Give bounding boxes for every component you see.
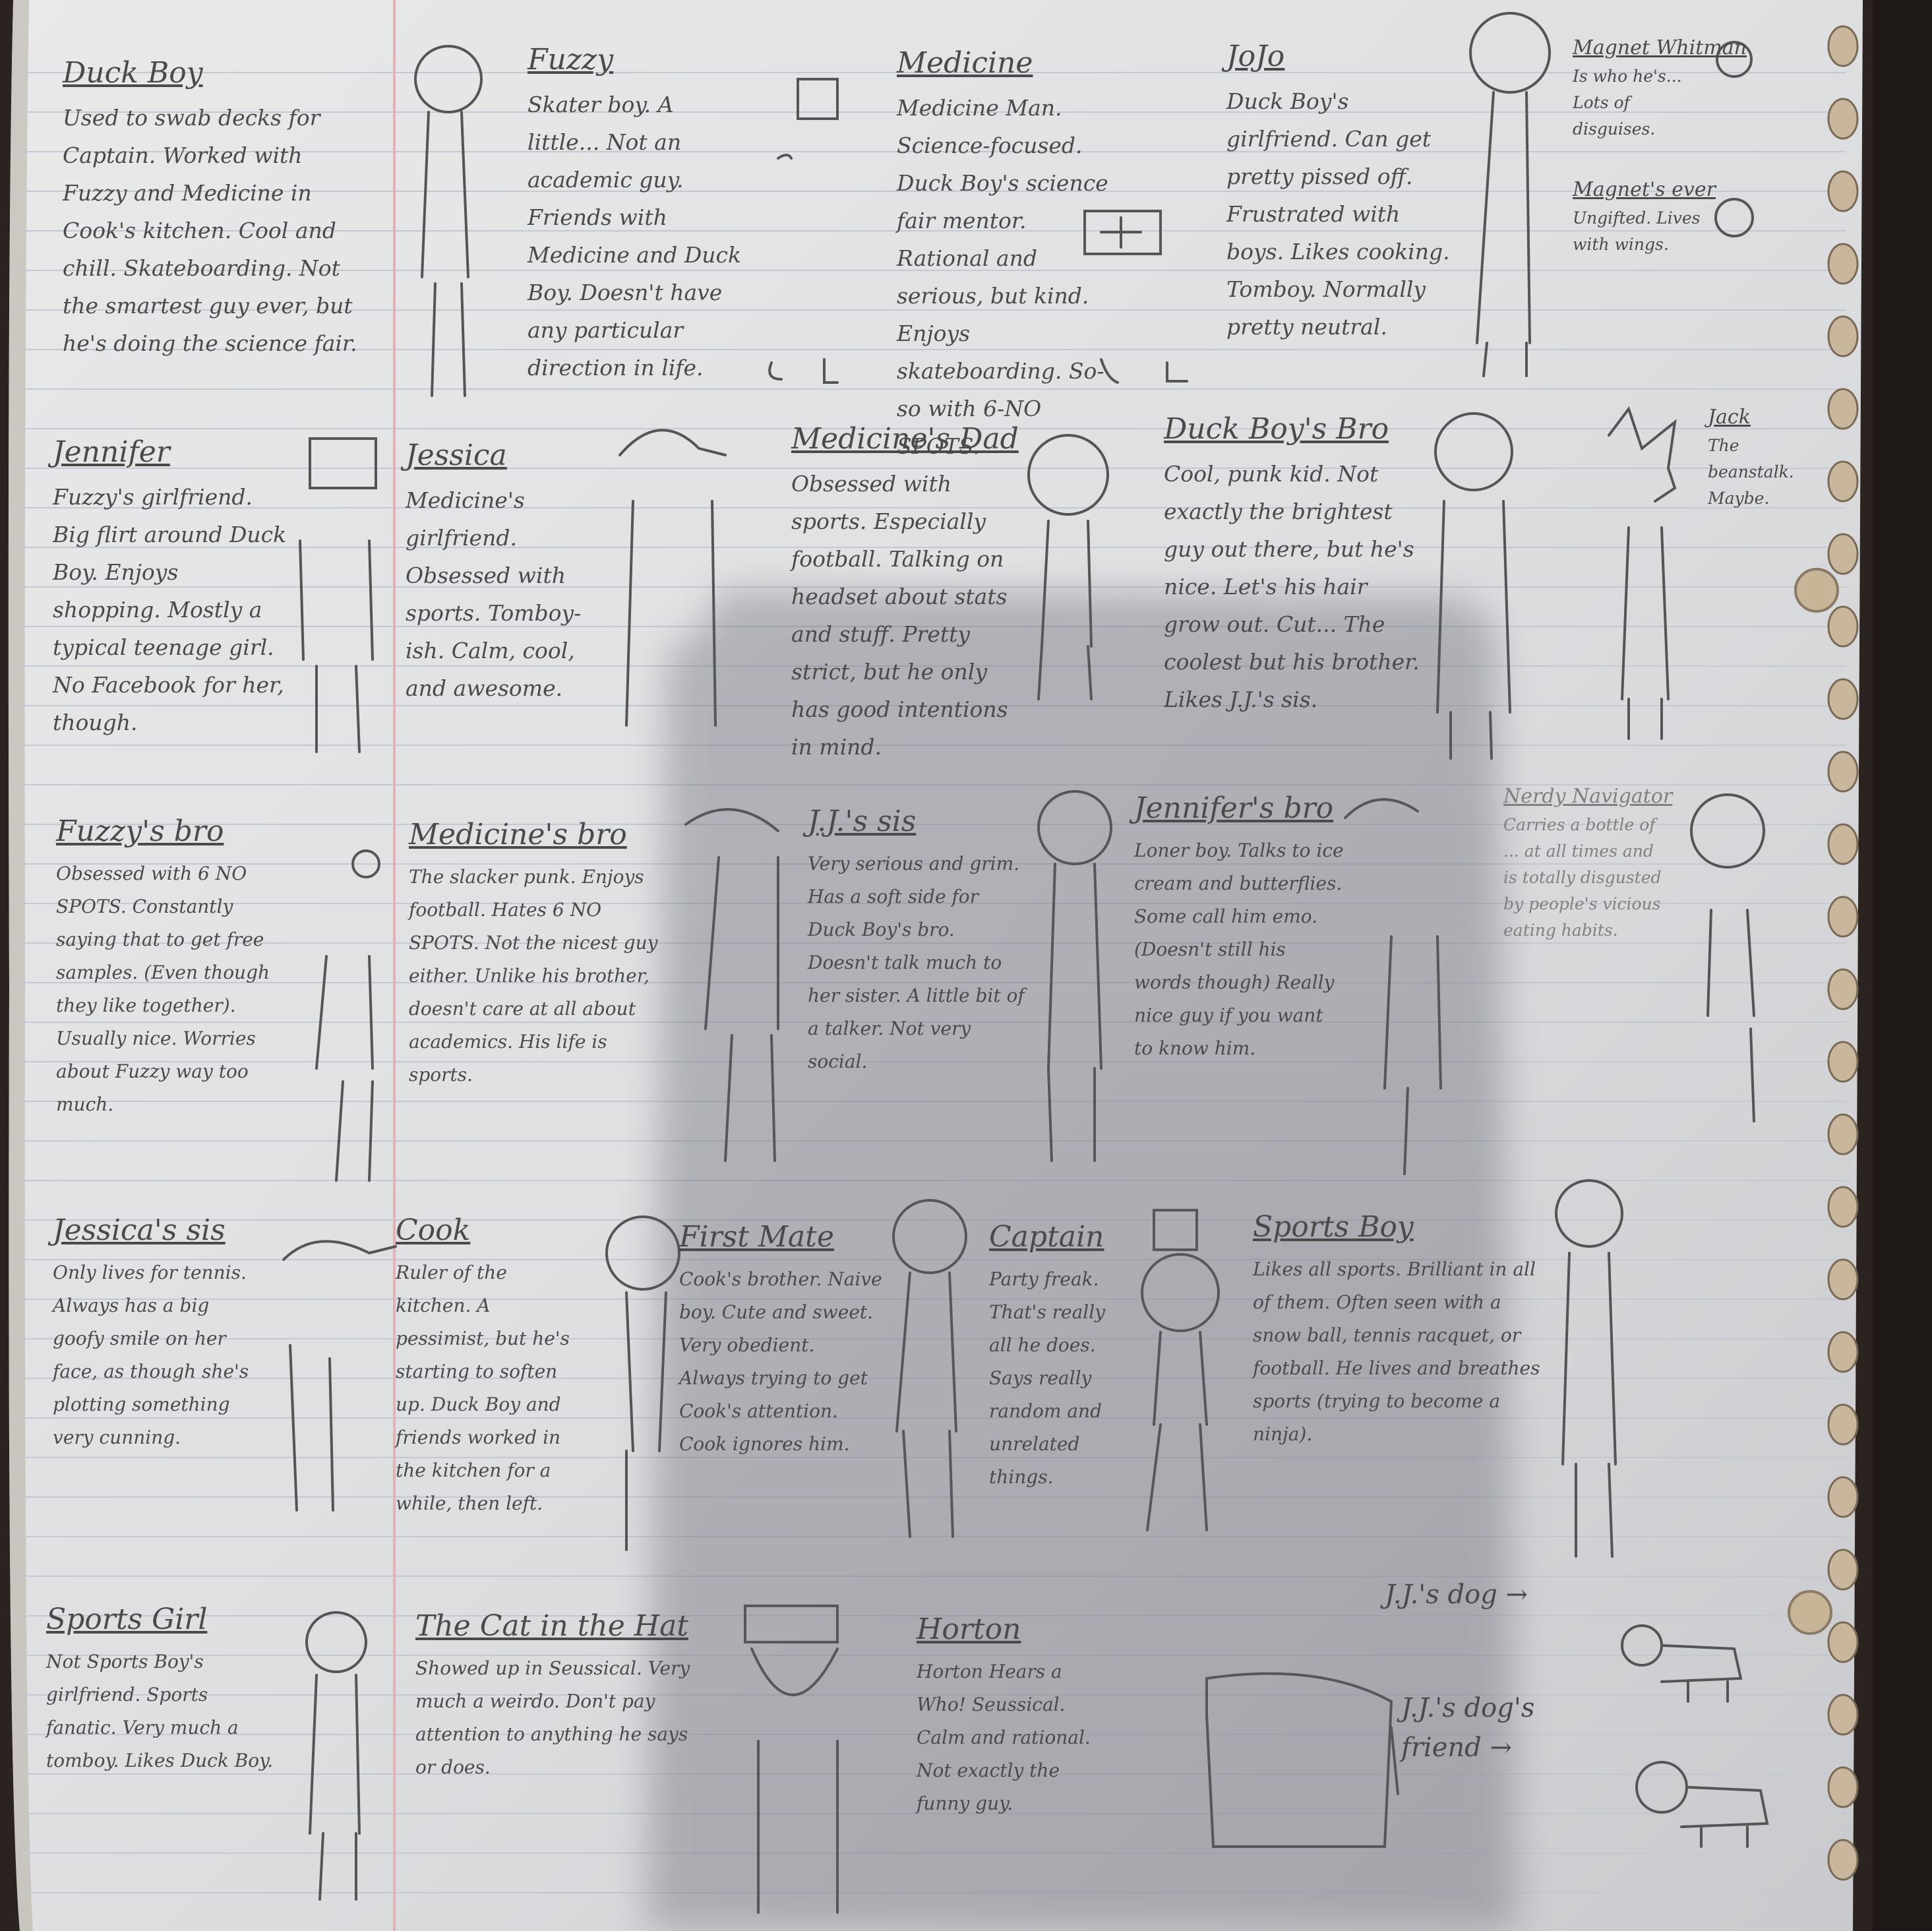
- character-desc: Ungifted. Lives with wings.: [1573, 208, 1701, 254]
- character-desc: The beanstalk. Maybe.: [1708, 436, 1794, 508]
- character-note: Magnet's ever Ungifted. Lives with wings…: [1573, 178, 1716, 258]
- character-name: Medicine's Dad: [791, 422, 1019, 456]
- character-desc: Not Sports Boy's girlfriend. Sports fana…: [46, 1651, 274, 1771]
- character-note: Captain Party freak. That's really all h…: [989, 1220, 1128, 1494]
- character-desc: Showed up in Seussical. Very much a weir…: [415, 1657, 690, 1778]
- character-desc: Obsessed with 6 NO SPOTS. Constantly say…: [56, 863, 270, 1115]
- character-desc: Likes all sports. Brilliant in all of th…: [1253, 1258, 1540, 1445]
- character-desc: Loner boy. Talks to ice cream and butter…: [1134, 840, 1344, 1059]
- character-note: Magnet Whitman Is who he's... Lots of di…: [1573, 36, 1747, 142]
- character-desc: Duck Boy's girlfriend. Can get pretty pi…: [1226, 88, 1450, 340]
- character-name: Duck Boy's Bro: [1164, 412, 1389, 446]
- character-desc: Skater boy. A little... Not an academic …: [528, 92, 742, 381]
- character-desc: Horton Hears a Who! Seussical. Calm and …: [917, 1661, 1091, 1814]
- character-note: Jennifer Fuzzy's girlfriend. Big flirt a…: [53, 435, 290, 741]
- character-note: First Mate Cook's brother. Naive boy. Cu…: [679, 1220, 884, 1461]
- character-name: Jessica's sis: [53, 1213, 226, 1247]
- character-note: Duck Boy's Bro Cool, punk kid. Not exact…: [1164, 412, 1421, 718]
- character-name: JoJo: [1226, 40, 1285, 73]
- character-name: Horton: [917, 1612, 1021, 1646]
- character-name: Captain: [989, 1220, 1104, 1254]
- character-name: Medicine's bro: [409, 818, 627, 851]
- character-desc: The slacker punk. Enjoys football. Hates…: [409, 866, 658, 1086]
- character-note: Jack The beanstalk. Maybe.: [1708, 406, 1826, 512]
- character-name: J.J.'s sis: [808, 805, 917, 838]
- character-name: Fuzzy: [528, 43, 614, 77]
- character-name: Fuzzy's bro: [56, 814, 224, 848]
- character-note: Fuzzy's bro Obsessed with 6 NO SPOTS. Co…: [56, 814, 287, 1121]
- character-note: JoJo Duck Boy's girlfriend. Can get pret…: [1226, 40, 1451, 346]
- character-desc: Party freak. That's really all he does. …: [989, 1268, 1105, 1488]
- character-note: Cook Ruler of the kitchen. A pessimist, …: [396, 1213, 587, 1520]
- character-name: Jennifer's bro: [1134, 791, 1334, 825]
- character-note: Sports Girl Not Sports Boy's girlfriend.…: [46, 1603, 277, 1777]
- character-name: Medicine: [897, 46, 1033, 80]
- character-name: Sports Boy: [1253, 1210, 1414, 1244]
- character-name: Jennifer: [53, 435, 170, 469]
- character-note: Sports Boy Likes all sports. Brilliant i…: [1253, 1210, 1543, 1451]
- character-note: Duck Boy Used to swab decks for Captain.…: [63, 56, 373, 362]
- character-note: Jessica's sis Only lives for tennis. Alw…: [53, 1213, 251, 1454]
- character-name: Duck Boy: [63, 56, 203, 90]
- character-name: Jessica: [406, 439, 507, 472]
- character-desc: Fuzzy's girlfriend. Big flirt around Duc…: [53, 484, 287, 735]
- character-name: Jack: [1708, 406, 1751, 429]
- character-name: First Mate: [679, 1220, 834, 1254]
- character-name: Cook: [396, 1213, 471, 1247]
- character-desc: Cook's brother. Naive boy. Cute and swee…: [679, 1268, 882, 1455]
- character-name: Sports Girl: [46, 1603, 208, 1636]
- character-name: The Cat in the Hat: [415, 1609, 689, 1643]
- character-desc: Only lives for tennis. Always has a big …: [53, 1262, 249, 1448]
- character-note: Medicine Medicine Man. Science-focused. …: [897, 46, 1114, 465]
- character-desc: Medicine's girlfriend. Obsessed with spo…: [406, 487, 582, 701]
- character-note: Medicine's bro The slacker punk. Enjoys …: [409, 818, 659, 1091]
- character-desc: Very serious and grim. Has a soft side f…: [808, 853, 1025, 1072]
- notes-layer: Duck Boy Used to swab decks for Captain.…: [0, 0, 1932, 1931]
- character-note: Nerdy Navigator Carries a bottle of ... …: [1503, 785, 1673, 944]
- character-note: J.J.'s sis Very serious and grim. Has a …: [808, 805, 1025, 1078]
- character-name: Magnet's ever: [1573, 178, 1716, 201]
- character-desc: Used to swab decks for Captain. Worked w…: [63, 105, 357, 356]
- character-desc: Medicine Man. Science-focused. Duck Boy'…: [897, 95, 1108, 459]
- character-note: Fuzzy Skater boy. A little... Not an aca…: [528, 43, 752, 386]
- character-desc: Obsessed with sports. Especially footbal…: [791, 471, 1008, 760]
- character-desc: Ruler of the kitchen. A pessimist, but h…: [396, 1262, 570, 1514]
- character-desc: Cool, punk kid. Not exactly the brightes…: [1164, 461, 1420, 712]
- character-note: Jennifer's bro Loner boy. Talks to ice c…: [1134, 791, 1345, 1065]
- character-note: Jessica Medicine's girlfriend. Obsessed …: [406, 439, 603, 707]
- character-desc: Is who he's... Lots of disguises.: [1573, 67, 1682, 138]
- character-note: Medicine's Dad Obsessed with sports. Esp…: [791, 422, 1022, 766]
- character-name: Nerdy Navigator: [1503, 785, 1673, 808]
- pet-label: J.J.'s dog →: [1385, 1579, 1528, 1610]
- pet-label: J.J.'s dog's friend →: [1401, 1693, 1535, 1763]
- character-note: The Cat in the Hat Showed up in Seussica…: [415, 1609, 692, 1784]
- character-desc: Carries a bottle of ... at all times and…: [1503, 815, 1662, 940]
- character-name: Magnet Whitman: [1573, 36, 1747, 59]
- character-note: Horton Horton Hears a Who! Seussical. Ca…: [917, 1612, 1108, 1820]
